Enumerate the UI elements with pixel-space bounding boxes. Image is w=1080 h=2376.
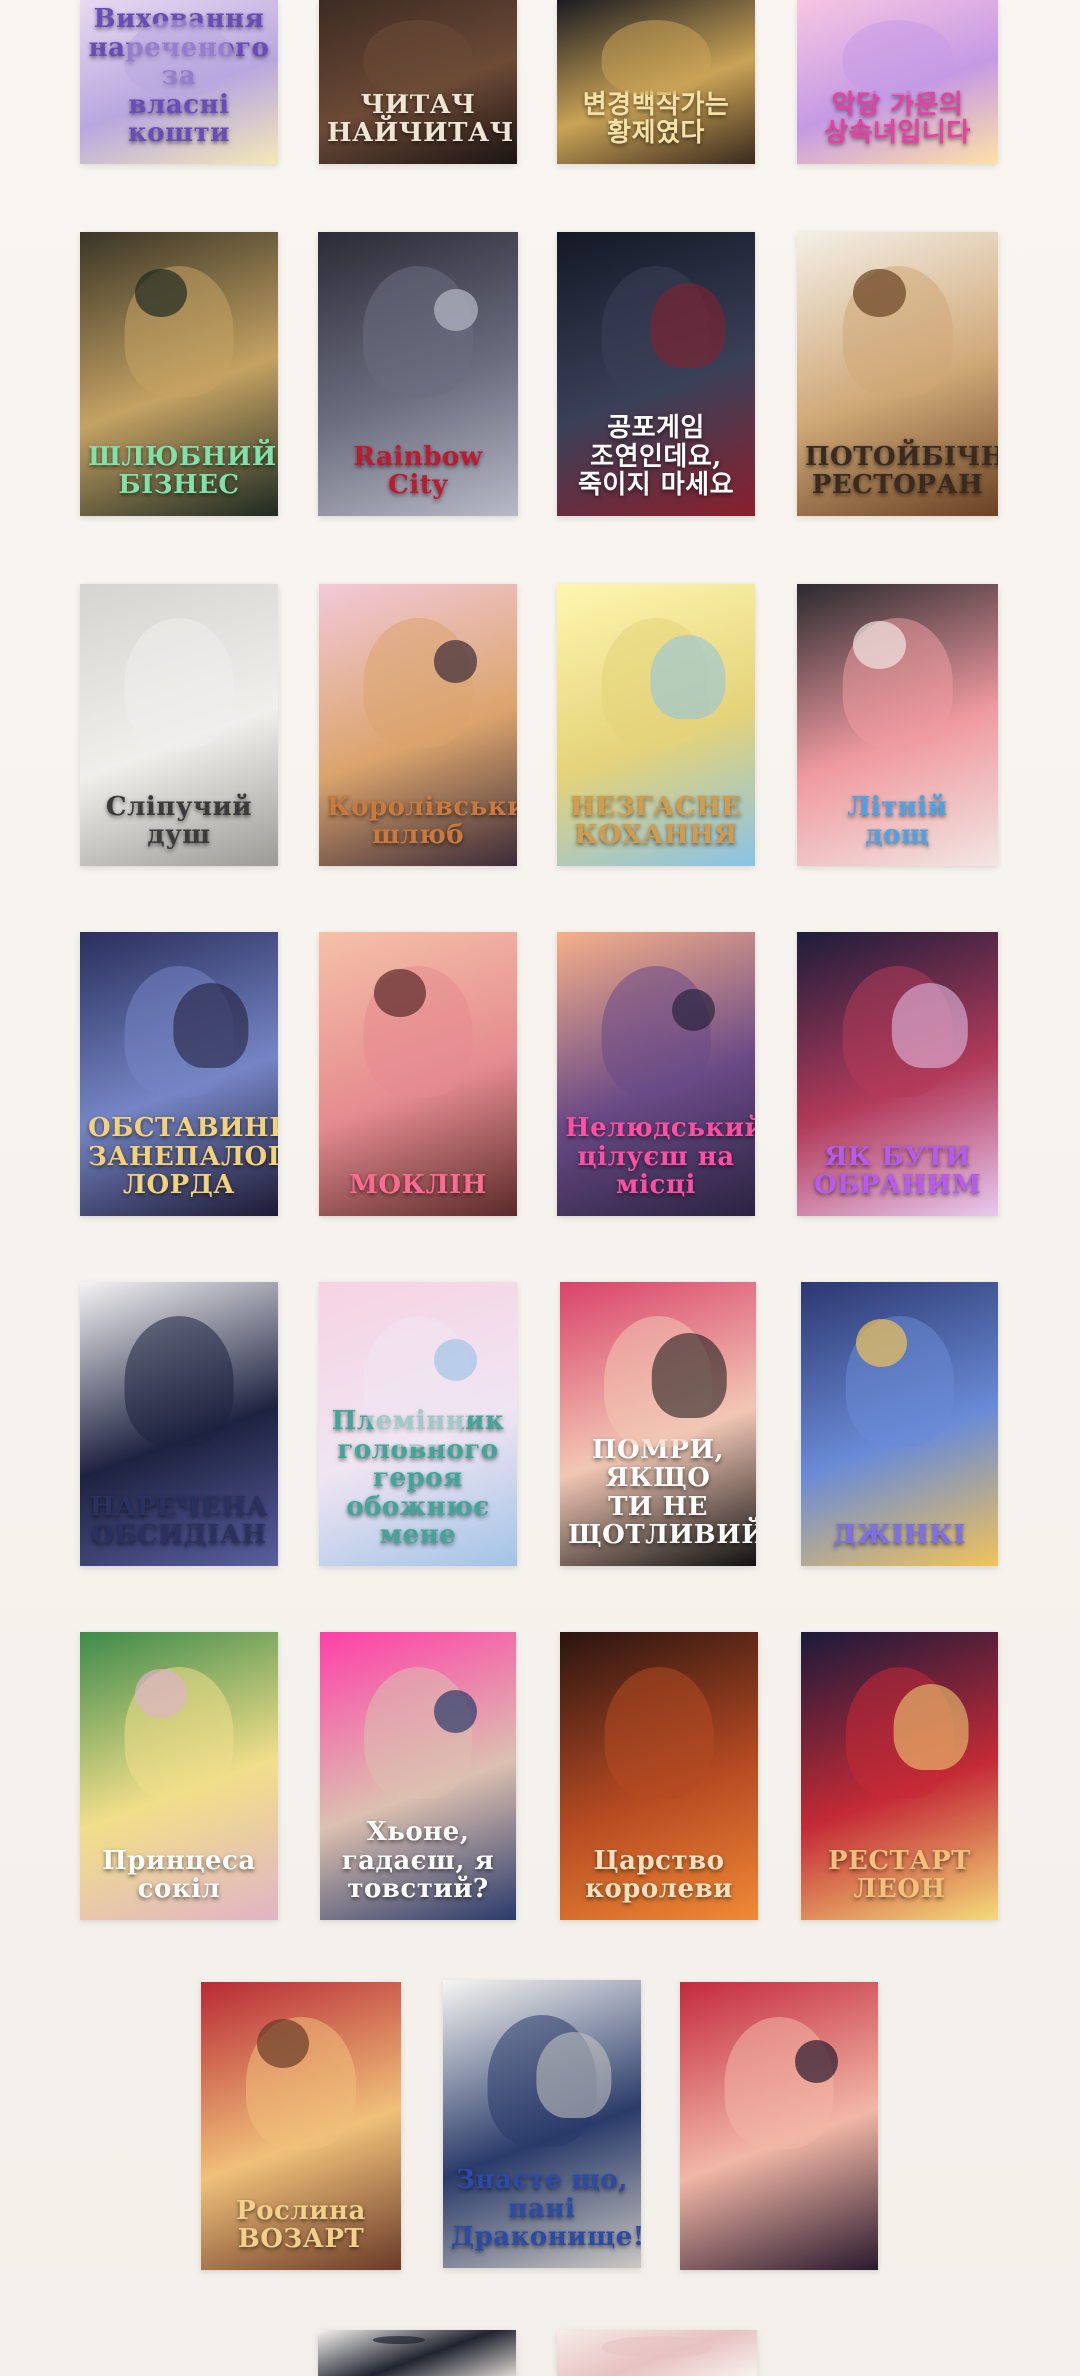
cover-art xyxy=(891,983,968,1069)
cover-art xyxy=(135,268,187,318)
cover-art xyxy=(433,1689,477,1733)
comic-cover[interactable]: ЯК БУТИ ОБРАНИМ xyxy=(797,932,998,1216)
comic-cover[interactable]: Нелюдський цілуєш на місці xyxy=(557,932,755,1216)
cover-art xyxy=(363,617,473,748)
cover-art xyxy=(173,983,249,1069)
cover-title: Нелюдський цілуєш на місці xyxy=(565,1113,755,1201)
cover-art xyxy=(601,966,711,1097)
cover-art xyxy=(602,2335,712,2357)
cover-title: Принцеса сокіл xyxy=(102,1845,256,1905)
comic-cover[interactable]: Рослина ВОЗАРТ xyxy=(201,1982,401,2270)
cover-art xyxy=(364,1666,472,1800)
cover-art xyxy=(893,1683,969,1771)
comic-cover[interactable]: ШЛЮБНИЙ БІЗНЕС xyxy=(80,232,278,516)
comic-cover[interactable]: ОБСТАВИНИ ЗАНЕПАЛОГО ЛОРДА xyxy=(80,932,278,1216)
cover-title: Rainbow City xyxy=(353,441,483,501)
cover-art xyxy=(135,1669,187,1719)
comic-cover[interactable] xyxy=(318,2330,516,2376)
cover-title: НЕЗГАСНЕ КОХАННЯ xyxy=(570,791,742,851)
cover-art xyxy=(363,1316,473,1447)
cover-art xyxy=(650,283,726,369)
comic-cover[interactable]: 악당 가문의 상속녀입니다 xyxy=(797,0,998,164)
cover-title xyxy=(680,2254,878,2270)
comic-cover[interactable]: ЧИТАЧ НАЙЧИТАЧ xyxy=(319,0,517,164)
cover-title xyxy=(318,2360,516,2376)
cover-art xyxy=(124,617,234,748)
cover-title: НАРЕЧЕНА ОБСИДІАН xyxy=(89,1491,269,1551)
cover-art xyxy=(652,1333,727,1419)
comic-cover[interactable]: ПОМРИ, ЯКЩО ТИ НЕ ЩОТЛИВИЙ xyxy=(560,1282,756,1566)
comic-cover[interactable]: 공포게임 조연인데요, 죽이지 마세요 xyxy=(557,232,755,516)
comic-cover[interactable]: ДЖІНКІ xyxy=(801,1282,998,1566)
cover-title: Хьоне, гадаєш, я товстий? xyxy=(341,1817,495,1905)
comic-cover[interactable]: Сліпучий душ xyxy=(80,584,278,866)
cover-art xyxy=(604,1666,714,1800)
comic-cover[interactable]: Царство королеви xyxy=(560,1632,758,1920)
cover-art xyxy=(601,19,711,96)
cover-title: ЯК БУТИ ОБРАНИМ xyxy=(813,1141,981,1201)
cover-art xyxy=(434,288,478,332)
comic-cover[interactable]: Принцеса сокіл xyxy=(80,1632,278,1920)
cover-title: ДЖІНКІ xyxy=(833,1520,966,1551)
cover-title: РЕСТАРТ ЛЕОН xyxy=(828,1845,971,1905)
cover-title: ОБСТАВИНИ ЗАНЕПАЛОГО ЛОРДА xyxy=(88,1113,278,1201)
cover-title: Літній дощ xyxy=(847,791,948,851)
cover-title: ПОТОЙБІЧНИЙ РЕСТОРАН xyxy=(805,441,998,501)
cover-art xyxy=(124,19,234,96)
cover-title: ПОМРИ, ЯКЩО ТИ НЕ ЩОТЛИВИЙ xyxy=(568,1434,756,1551)
comic-cover[interactable]: Племінник головного героя обожнює мене xyxy=(319,1282,517,1566)
comic-cover[interactable]: РЕСТАРТ ЛЕОН xyxy=(801,1632,998,1920)
comic-cover[interactable] xyxy=(680,1982,878,2270)
cover-art xyxy=(374,968,426,1018)
cover-title: ШЛЮБНИЙ БІЗНЕС xyxy=(88,441,277,501)
cover-art xyxy=(433,640,478,683)
comic-cover[interactable]: НАРЕЧЕНА ОБСИДІАН xyxy=(80,1282,278,1566)
comics-grid: Виховання нареченого за власні кошти ЧИТ… xyxy=(0,0,1080,2376)
cover-title: Рослина ВОЗАРТ xyxy=(236,2195,366,2255)
comic-cover[interactable]: ПОТОЙБІЧНИЙ РЕСТОРАН xyxy=(797,232,998,516)
cover-title: Знаєте що, пані Драконище! xyxy=(451,2165,641,2253)
cover-title: МОКЛІН xyxy=(349,1170,487,1201)
cover-title: 공포게임 조연인데요, 죽이지 마세요 xyxy=(577,413,735,501)
cover-title xyxy=(557,2360,757,2376)
cover-art xyxy=(853,268,906,318)
cover-art xyxy=(124,1316,234,1447)
cover-title: ЧИТАЧ НАЙЧИТАЧ xyxy=(327,89,514,149)
cover-art xyxy=(842,19,953,96)
comic-cover[interactable]: НЕЗГАСНЕ КОХАННЯ xyxy=(557,584,755,866)
cover-art xyxy=(373,2335,425,2344)
cover-art xyxy=(536,2031,612,2119)
comic-cover[interactable]: МОКЛІН xyxy=(319,932,517,1216)
comic-cover[interactable]: Знаєте що, пані Драконище! xyxy=(443,1980,641,2268)
cover-art xyxy=(650,634,726,720)
cover-title: 악당 가문의 상속녀입니다 xyxy=(824,89,971,149)
cover-art xyxy=(363,19,473,96)
comic-cover[interactable]: 변경백작가는 황제였다 xyxy=(557,0,755,164)
cover-title: Королівський шлюб xyxy=(327,791,517,851)
cover-art xyxy=(363,266,473,397)
cover-art xyxy=(853,620,906,669)
cover-art xyxy=(724,2016,834,2150)
cover-title: Сліпучий душ xyxy=(105,791,253,851)
comic-cover[interactable]: Літній дощ xyxy=(797,584,998,866)
comic-cover[interactable]: Королівський шлюб xyxy=(319,584,517,866)
comic-cover[interactable]: Хьоне, гадаєш, я товстий? xyxy=(320,1632,516,1920)
comic-cover[interactable]: Виховання нареченого за власні кошти xyxy=(80,0,278,164)
cover-title: Царство королеви xyxy=(585,1845,733,1905)
comic-cover[interactable] xyxy=(557,2330,757,2376)
cover-art xyxy=(794,2039,839,2083)
comic-cover[interactable]: Rainbow City xyxy=(318,232,518,516)
cover-title: 변경백작가는 황제였다 xyxy=(582,89,730,149)
